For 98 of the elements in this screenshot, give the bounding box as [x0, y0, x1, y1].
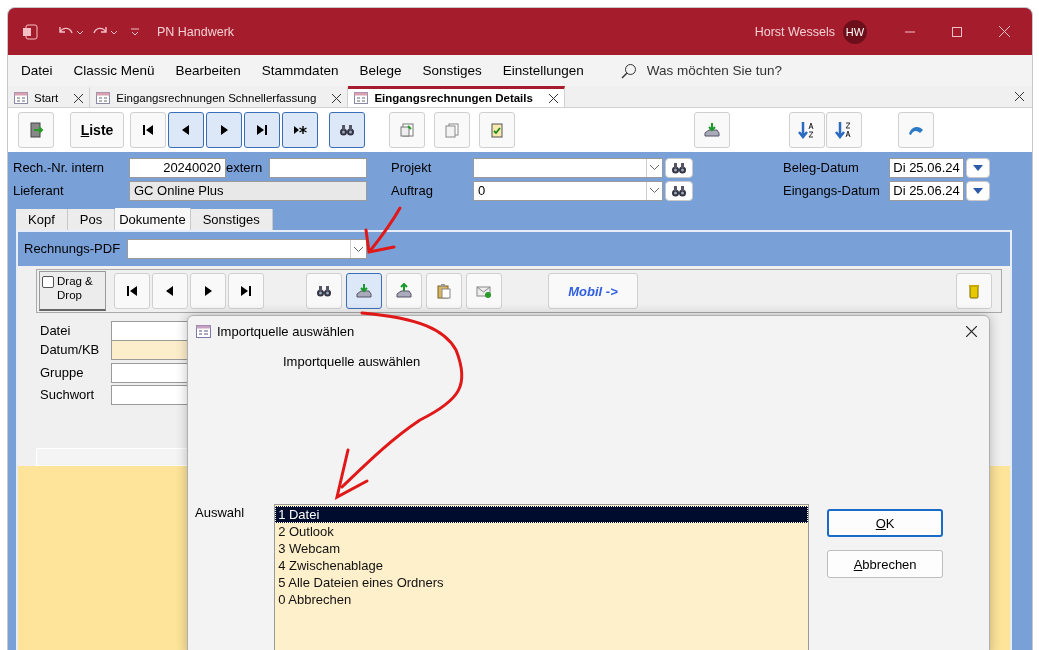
sort-za-icon	[834, 120, 854, 140]
field-label: Lieferant	[13, 182, 65, 199]
user-avatar[interactable]: HW	[843, 19, 867, 44]
trash-can-icon	[966, 283, 982, 299]
form-tab[interactable]: Kopf	[16, 209, 68, 230]
form-tab[interactable]: Sonstiges	[190, 209, 273, 230]
list-item[interactable]: 5 Alle Dateien eines Ordners	[275, 574, 809, 591]
caret-down-icon	[973, 164, 983, 171]
form-icon	[96, 92, 111, 104]
date-field[interactable]: Di 25.06.24	[889, 180, 964, 201]
menu-item[interactable]: Einstellungen	[502, 63, 584, 78]
field-label: Auftrag	[390, 182, 434, 199]
search-button[interactable]	[665, 180, 693, 201]
clipboard-icon	[436, 283, 452, 299]
close-icon[interactable]	[74, 93, 84, 103]
list-button[interactable]: Liste	[70, 112, 124, 148]
tray-up-arrow-icon	[396, 283, 412, 299]
skip-last-icon	[254, 122, 270, 138]
chevron-down-icon	[650, 188, 659, 193]
field-label: Gruppe	[40, 365, 85, 381]
order-combo[interactable]: 0	[473, 180, 663, 201]
list-item[interactable]: 0 Abbrechen	[275, 591, 809, 608]
toolbar-button[interactable]	[168, 112, 204, 148]
tray-down-arrow-icon	[356, 283, 372, 299]
menu-item[interactable]: Belege	[359, 63, 402, 78]
tab-label: Start	[34, 92, 59, 104]
maximize-icon[interactable]	[952, 26, 962, 37]
close-icon[interactable]	[966, 325, 977, 337]
field-label: Beleg-Datum	[783, 159, 860, 176]
toolbar-button[interactable]	[282, 112, 318, 148]
close-icon[interactable]	[332, 93, 342, 103]
skip-last-icon	[238, 283, 254, 299]
field-label: Rechnungs-PDF	[24, 241, 122, 257]
field-label: Datum/KB	[40, 341, 101, 358]
menu-item[interactable]: Stammdaten	[261, 63, 339, 78]
date-field[interactable]: Di 25.06.24	[889, 157, 964, 178]
app-logo-icon	[22, 23, 38, 40]
form-icon	[354, 92, 369, 104]
menu-item[interactable]: Sonstiges	[422, 63, 482, 78]
form-tab[interactable]: Dokumente	[115, 208, 191, 230]
toolbar-button[interactable]	[329, 112, 365, 148]
field-label: Suchwort	[40, 386, 96, 403]
field-label: Datei	[40, 322, 72, 339]
binoculars-icon	[339, 122, 355, 138]
field-label: Eingangs-Datum	[783, 182, 881, 199]
menu-item[interactable]: Bearbeiten	[175, 63, 241, 78]
binoculars-icon	[316, 283, 332, 299]
tab-label: Eingangsrechnungen Details	[374, 92, 533, 104]
pdf-combo[interactable]	[127, 239, 367, 259]
document-tab[interactable]: Eingangsrechnungen Details	[348, 86, 565, 107]
chevron-down-icon	[354, 246, 363, 252]
toolbar-button[interactable]	[206, 112, 242, 148]
ok-button[interactable]: OK	[827, 509, 944, 537]
tray-down-arrow-icon	[704, 122, 720, 138]
field-label: Rech.-Nr. intern	[13, 159, 106, 176]
field-label: extern	[226, 159, 264, 176]
drag-drop-button[interactable]: Drag & Drop	[39, 271, 106, 311]
mobile-link-button[interactable]: Mobil ->	[548, 273, 638, 309]
chevron-down-icon	[650, 165, 659, 170]
menu-item[interactable]: Datei	[21, 63, 53, 78]
toolbar-button[interactable]	[244, 112, 280, 148]
tab-label: Eingangsrechnungen Schnellerfassung	[116, 92, 317, 104]
tell-me-field[interactable]: Was möchten Sie tun?	[644, 62, 845, 79]
user-name: Horst Wessels	[754, 24, 835, 39]
list-item[interactable]: 3 Webcam	[275, 540, 809, 557]
form-icon	[196, 324, 211, 338]
dialog-heading: Importquelle auswählen	[283, 354, 421, 369]
source-list[interactable]: 1 Datei 2 Outlook 3 Webcam 4 Zwischenablage 5 Alle Dateien eines Ordners 0 Abbrechen	[274, 504, 810, 650]
form-icon	[14, 92, 28, 104]
search-icon	[620, 62, 637, 79]
close-icon[interactable]	[548, 93, 558, 103]
caret-down-icon	[973, 187, 983, 194]
list-item[interactable]: 1 Datei	[275, 506, 809, 523]
window-title: PN Handwerk	[157, 24, 235, 39]
door-exit-icon	[28, 122, 44, 138]
pages-icon	[444, 122, 460, 138]
date-dropdown-button[interactable]	[966, 157, 990, 178]
checkbox[interactable]	[42, 276, 54, 288]
list-label: Auswahl	[195, 505, 245, 521]
list-item[interactable]: 4 Zwischenablage	[275, 557, 809, 574]
skip-first-icon	[124, 283, 140, 299]
close-icon[interactable]	[1015, 92, 1024, 101]
list-item[interactable]: 2 Outlook	[275, 523, 809, 540]
field-label: Projekt	[390, 159, 433, 176]
envelope-icon	[476, 283, 492, 299]
search-button[interactable]	[665, 157, 693, 178]
skip-first-icon	[140, 122, 156, 138]
clipboard-check-icon	[489, 122, 505, 138]
dialog-title: Importquelle auswählen	[217, 323, 355, 339]
invoice-number-field[interactable]: 20240020	[129, 157, 226, 178]
sort-az-icon	[797, 120, 817, 140]
cancel-button[interactable]: Abbrechen	[827, 550, 944, 578]
form-tab[interactable]: Pos	[67, 209, 116, 230]
date-dropdown-button[interactable]	[966, 180, 990, 201]
supplier-field[interactable]: GC Online Plus	[129, 180, 367, 201]
customize-caret-icon[interactable]	[130, 26, 140, 37]
extern-field[interactable]	[269, 157, 367, 178]
menu-item[interactable]: Classic Menü	[73, 63, 155, 78]
